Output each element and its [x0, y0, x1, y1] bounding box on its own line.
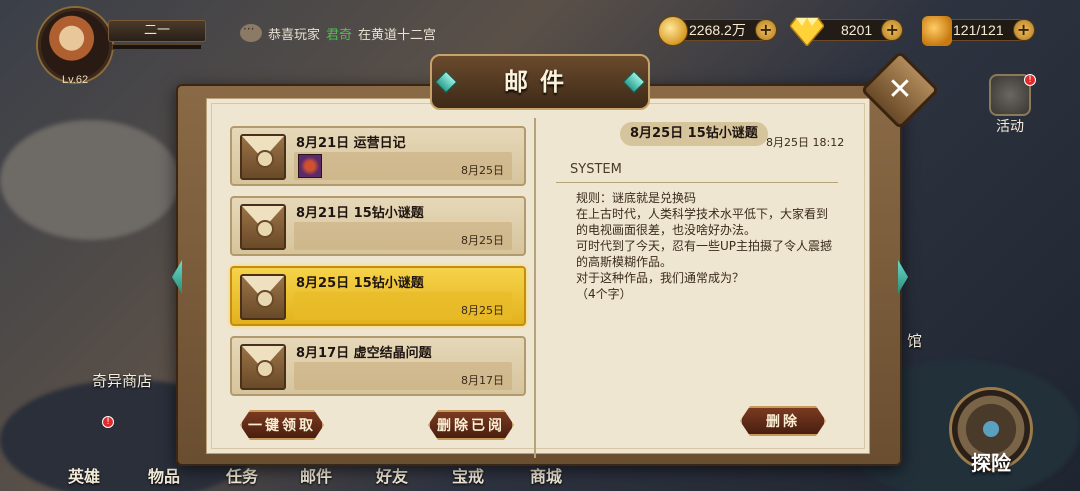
- nav-shop[interactable]: 商城: [530, 463, 562, 487]
- stamina-counter: 121/121 +: [922, 16, 1035, 46]
- explore-label: 探险: [971, 451, 1011, 475]
- nav-friends[interactable]: 好友: [376, 463, 408, 487]
- mail-list-item-selected[interactable]: 8月25日 15钻小谜题 8月25日: [230, 266, 526, 326]
- detail-line: 可时代到了今天，忍有一些UP主拍摄了令人震撼的高斯模糊作品。: [576, 239, 833, 269]
- mail-item-date: 8月17日: [461, 374, 504, 387]
- activity-label: 活动: [996, 119, 1024, 135]
- mail-list-item[interactable]: 8月17日 虚空结晶问题 8月17日: [230, 336, 526, 396]
- detail-line: 规则：谜底就是兑换码: [576, 191, 697, 205]
- claim-all-button[interactable]: 一键领取: [240, 410, 324, 440]
- envelope-icon: [240, 204, 286, 250]
- envelope-icon: [240, 134, 286, 180]
- mail-item-title: 8月21日 15钻小谜题: [296, 206, 424, 221]
- sender-divider: [556, 182, 838, 183]
- stamina-icon: [922, 16, 952, 46]
- add-gold-button[interactable]: +: [754, 19, 777, 41]
- detail-line: 在上古时代，人类科学技术水平低下，大家看到的电视画面很差，也没啥好办法。: [576, 207, 829, 237]
- detail-line: 对于这种作品，我们通常成为？: [576, 271, 745, 285]
- nav-heroes[interactable]: 英雄: [68, 463, 100, 487]
- strange-shop-label[interactable]: 奇异商店: [92, 370, 152, 391]
- add-gem-button[interactable]: +: [881, 19, 904, 41]
- nav-rings[interactable]: 宝戒: [452, 463, 484, 487]
- diamond-icon: [789, 16, 825, 48]
- close-icon: ✕: [887, 72, 913, 107]
- ticker-suffix: 在黄道十二宫: [358, 27, 437, 43]
- add-stamina-button[interactable]: +: [1012, 19, 1035, 41]
- mail-list-item[interactable]: 8月21日 运营日记 8月25日: [230, 126, 526, 186]
- detail-time: 8月25日 18:12: [766, 136, 845, 149]
- detail-sender: SYSTEM: [570, 162, 622, 177]
- gold-counter: 2268.2万 +: [658, 16, 777, 46]
- mail-item-date: 8月25日: [461, 164, 504, 177]
- delete-read-button[interactable]: 删除已阅: [428, 410, 514, 440]
- gem-ornament-icon: [434, 70, 458, 94]
- mail-item-date: 8月25日: [461, 304, 504, 317]
- mail-title-plate: 邮件: [430, 54, 650, 110]
- mail-list-item[interactable]: 8月21日 15钻小谜题 8月25日: [230, 196, 526, 256]
- notification-badge: !: [1024, 74, 1036, 86]
- activity-button[interactable]: 活动 !: [984, 74, 1036, 136]
- pane-divider: [534, 118, 536, 458]
- ticker-prefix: 恭喜玩家: [268, 27, 321, 43]
- announcement-ticker[interactable]: 恭喜玩家 君奇 在黄道十二宫: [240, 22, 436, 44]
- detail-line: （4个字）: [576, 287, 632, 301]
- player-avatar[interactable]: [38, 8, 112, 82]
- heroes-badge: !: [102, 416, 114, 428]
- player-name: 二一: [108, 20, 206, 42]
- detail-body: 规则：谜底就是兑换码 在上古时代，人类科学技术水平低下，大家看到的电视画面很差，…: [576, 190, 836, 302]
- exp-bar: [112, 44, 202, 50]
- chat-bubble-icon: [240, 22, 262, 42]
- mail-item-title: 8月21日 运营日记: [296, 136, 406, 151]
- bg-rock: [0, 120, 180, 240]
- nav-tasks[interactable]: 任务: [226, 463, 258, 487]
- avatar: [38, 8, 112, 82]
- explore-button[interactable]: 探险: [946, 387, 1036, 487]
- scroll-right-arrow-icon: [898, 260, 908, 294]
- hall-label[interactable]: 馆: [907, 330, 922, 351]
- gem-counter: 8201 +: [789, 16, 904, 48]
- attachment-item-icon: [298, 154, 322, 178]
- mail-title: 邮件: [504, 68, 576, 96]
- gold-coin-icon: [658, 16, 688, 46]
- nav-mail[interactable]: 邮件: [300, 463, 332, 487]
- gem-ornament-icon: [622, 70, 646, 94]
- mail-item-title: 8月17日 虚空结晶问题: [296, 346, 432, 361]
- envelope-icon: [240, 344, 286, 390]
- ticker-highlight: 君奇: [326, 27, 353, 43]
- player-level: Lv.62: [62, 74, 89, 86]
- delete-button[interactable]: 删除: [740, 406, 826, 436]
- mail-item-title: 8月25日 15钻小谜题: [296, 276, 424, 291]
- mail-item-date: 8月25日: [461, 234, 504, 247]
- nav-items[interactable]: 物品: [148, 463, 180, 487]
- envelope-icon: [240, 274, 286, 320]
- detail-subject: 8月25日 15钻小谜题: [620, 122, 768, 146]
